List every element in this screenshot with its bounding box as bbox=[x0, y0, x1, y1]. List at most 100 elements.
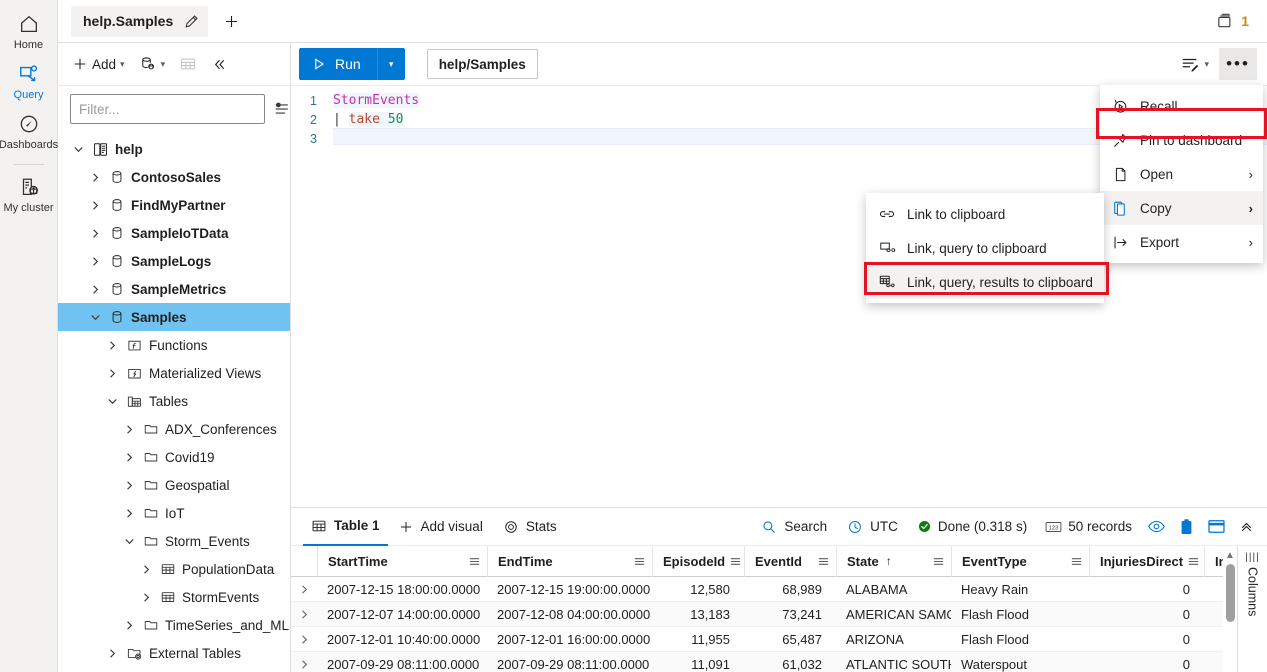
table-row[interactable]: 2007-12-15 18:00:00.0000 2007-12-15 19:00… bbox=[291, 577, 1237, 602]
chevron-down-icon[interactable] bbox=[121, 533, 137, 549]
sidebar-item-dashboards[interactable]: Dashboards bbox=[0, 106, 58, 156]
menu-item-open[interactable]: Open › bbox=[1100, 157, 1263, 191]
tree-item-help[interactable]: help bbox=[58, 135, 290, 163]
pencil-icon[interactable] bbox=[183, 13, 200, 30]
submenu-item-link-to-clipboard[interactable]: Link to clipboard bbox=[866, 197, 1104, 231]
add-visual-button[interactable]: Add visual bbox=[388, 508, 493, 546]
column-menu-icon[interactable] bbox=[468, 555, 481, 568]
column-menu-icon[interactable] bbox=[729, 555, 742, 568]
menu-item-export[interactable]: Export › bbox=[1100, 225, 1263, 259]
chevron-right-icon[interactable] bbox=[87, 197, 103, 213]
more-options-button[interactable]: ••• bbox=[1219, 48, 1257, 80]
query-tab[interactable]: help.Samples bbox=[71, 5, 209, 37]
tree-item-storm-events[interactable]: Storm_Events bbox=[58, 527, 290, 555]
row-expander-icon[interactable] bbox=[291, 659, 317, 670]
sidebar-item-home[interactable]: Home bbox=[0, 6, 58, 56]
tree-item-contososales[interactable]: ContosoSales bbox=[58, 163, 290, 191]
chevron-right-icon[interactable] bbox=[121, 505, 137, 521]
tree-item-populationdata[interactable]: PopulationData bbox=[58, 555, 290, 583]
eye-icon[interactable] bbox=[1141, 512, 1171, 542]
chevron-down-icon[interactable] bbox=[70, 141, 86, 157]
add-tab-button[interactable] bbox=[216, 6, 246, 36]
table-row[interactable]: 2007-12-01 10:40:00.0000 2007-12-01 16:00… bbox=[291, 627, 1237, 652]
search-button[interactable]: Search bbox=[751, 508, 837, 546]
column-header-episodeid[interactable]: EpisodeId bbox=[652, 546, 744, 577]
chevron-right-icon[interactable] bbox=[138, 589, 154, 605]
tree-item-tables[interactable]: Tables bbox=[58, 387, 290, 415]
scrollbar-thumb[interactable] bbox=[1225, 564, 1235, 622]
connect-cluster-button[interactable]: ▾ bbox=[133, 49, 172, 79]
row-expander-icon[interactable] bbox=[291, 634, 317, 645]
column-menu-icon[interactable] bbox=[1070, 555, 1083, 568]
column-menu-icon[interactable] bbox=[932, 555, 945, 568]
sidebar-item-query[interactable]: Query bbox=[0, 56, 58, 106]
chevron-right-icon[interactable] bbox=[121, 449, 137, 465]
column-header-injuriesdirect[interactable]: InjuriesDirect bbox=[1089, 546, 1204, 577]
tree-item-adx-conferences[interactable]: ADX_Conferences bbox=[58, 415, 290, 443]
grid-vertical-scrollbar[interactable]: ▲ bbox=[1223, 546, 1237, 672]
timezone-button[interactable]: UTC bbox=[837, 508, 908, 546]
tree-item-iot[interactable]: IoT bbox=[58, 499, 290, 527]
column-header-starttime[interactable]: StartTime bbox=[317, 546, 487, 577]
tree-item-materialized-views[interactable]: Materialized Views bbox=[58, 359, 290, 387]
submenu-item-link-query-results-to-clipboard[interactable]: Link, query, results to clipboard bbox=[866, 265, 1104, 299]
tab-table-1[interactable]: Table 1 bbox=[303, 508, 388, 546]
tree-item-samplemetrics[interactable]: SampleMetrics bbox=[58, 275, 290, 303]
tree-item-stormevents[interactable]: StormEvents bbox=[58, 583, 290, 611]
tree-item-external-tables[interactable]: External Tables bbox=[58, 639, 290, 667]
column-header-state[interactable]: State ↑ bbox=[836, 546, 951, 577]
scroll-up-icon[interactable]: ▲ bbox=[1225, 550, 1235, 561]
chevron-right-icon[interactable] bbox=[121, 421, 137, 437]
show-table-button[interactable] bbox=[173, 49, 203, 79]
table-row[interactable]: 2007-09-29 08:11:00.0000 2007-09-29 08:11… bbox=[291, 652, 1237, 672]
chevron-right-icon[interactable] bbox=[87, 225, 103, 241]
clipboard-icon[interactable] bbox=[1171, 512, 1201, 542]
tree-item-functions[interactable]: Functions bbox=[58, 331, 290, 359]
column-menu-icon[interactable] bbox=[1187, 555, 1200, 568]
chevron-right-icon[interactable] bbox=[121, 477, 137, 493]
column-header-eventtype[interactable]: EventType bbox=[951, 546, 1089, 577]
tree-item-covid19[interactable]: Covid19 bbox=[58, 443, 290, 471]
tree-item-samplelogs[interactable]: SampleLogs bbox=[58, 247, 290, 275]
menu-item-recall[interactable]: Recall bbox=[1100, 89, 1263, 123]
run-options-button[interactable]: ▾ bbox=[376, 48, 405, 80]
collapse-sidebar-button[interactable] bbox=[205, 49, 234, 79]
column-header-eventid[interactable]: EventId bbox=[744, 546, 836, 577]
menu-item-pin-to-dashboard[interactable]: Pin to dashboard bbox=[1100, 123, 1263, 157]
filter-input[interactable] bbox=[70, 94, 265, 124]
copy-windows-icon[interactable] bbox=[1215, 11, 1235, 31]
tree-item-timeseries-and-ml[interactable]: TimeSeries_and_ML bbox=[58, 611, 290, 639]
chevron-right-icon[interactable] bbox=[104, 337, 120, 353]
table-row[interactable]: 2007-12-07 14:00:00.0000 2007-12-08 04:00… bbox=[291, 602, 1237, 627]
tree-item-geospatial[interactable]: Geospatial bbox=[58, 471, 290, 499]
tree-item-samples[interactable]: Samples bbox=[58, 303, 290, 331]
columns-panel-tab[interactable]: |||| Columns bbox=[1237, 546, 1267, 672]
chevrons-up-icon[interactable] bbox=[1231, 512, 1261, 542]
menu-item-copy[interactable]: Copy › bbox=[1100, 191, 1263, 225]
chevron-right-icon[interactable] bbox=[121, 617, 137, 633]
tree-item-findmypartner[interactable]: FindMyPartner bbox=[58, 191, 290, 219]
submenu-item-link-query-to-clipboard[interactable]: Link, query to clipboard bbox=[866, 231, 1104, 265]
chevron-down-icon[interactable] bbox=[104, 393, 120, 409]
database-scope-pill[interactable]: help/Samples bbox=[426, 49, 538, 79]
column-menu-icon[interactable] bbox=[817, 555, 830, 568]
chevron-right-icon[interactable] bbox=[87, 169, 103, 185]
window-expand-icon[interactable] bbox=[1201, 512, 1231, 542]
chevron-right-icon[interactable] bbox=[87, 253, 103, 269]
format-query-button[interactable]: ▾ bbox=[1174, 49, 1215, 79]
row-expander-icon[interactable] bbox=[291, 584, 317, 595]
column-menu-icon[interactable] bbox=[633, 555, 646, 568]
chevron-right-icon[interactable] bbox=[138, 561, 154, 577]
tree-item-sampleiotdata[interactable]: SampleIoTData bbox=[58, 219, 290, 247]
add-button[interactable]: Add ▾ bbox=[66, 49, 131, 79]
filter-settings-icon[interactable] bbox=[273, 97, 291, 121]
sidebar-item-my-cluster[interactable]: My cluster bbox=[0, 169, 58, 219]
stats-button[interactable]: Stats bbox=[493, 508, 567, 546]
row-expander-icon[interactable] bbox=[291, 609, 317, 620]
chevron-down-icon[interactable] bbox=[87, 309, 103, 325]
column-header-endtime[interactable]: EndTime bbox=[487, 546, 652, 577]
run-button[interactable]: Run bbox=[299, 48, 377, 80]
chevron-right-icon[interactable] bbox=[87, 281, 103, 297]
chevron-right-icon[interactable] bbox=[104, 365, 120, 381]
chevron-right-icon[interactable] bbox=[104, 645, 120, 661]
